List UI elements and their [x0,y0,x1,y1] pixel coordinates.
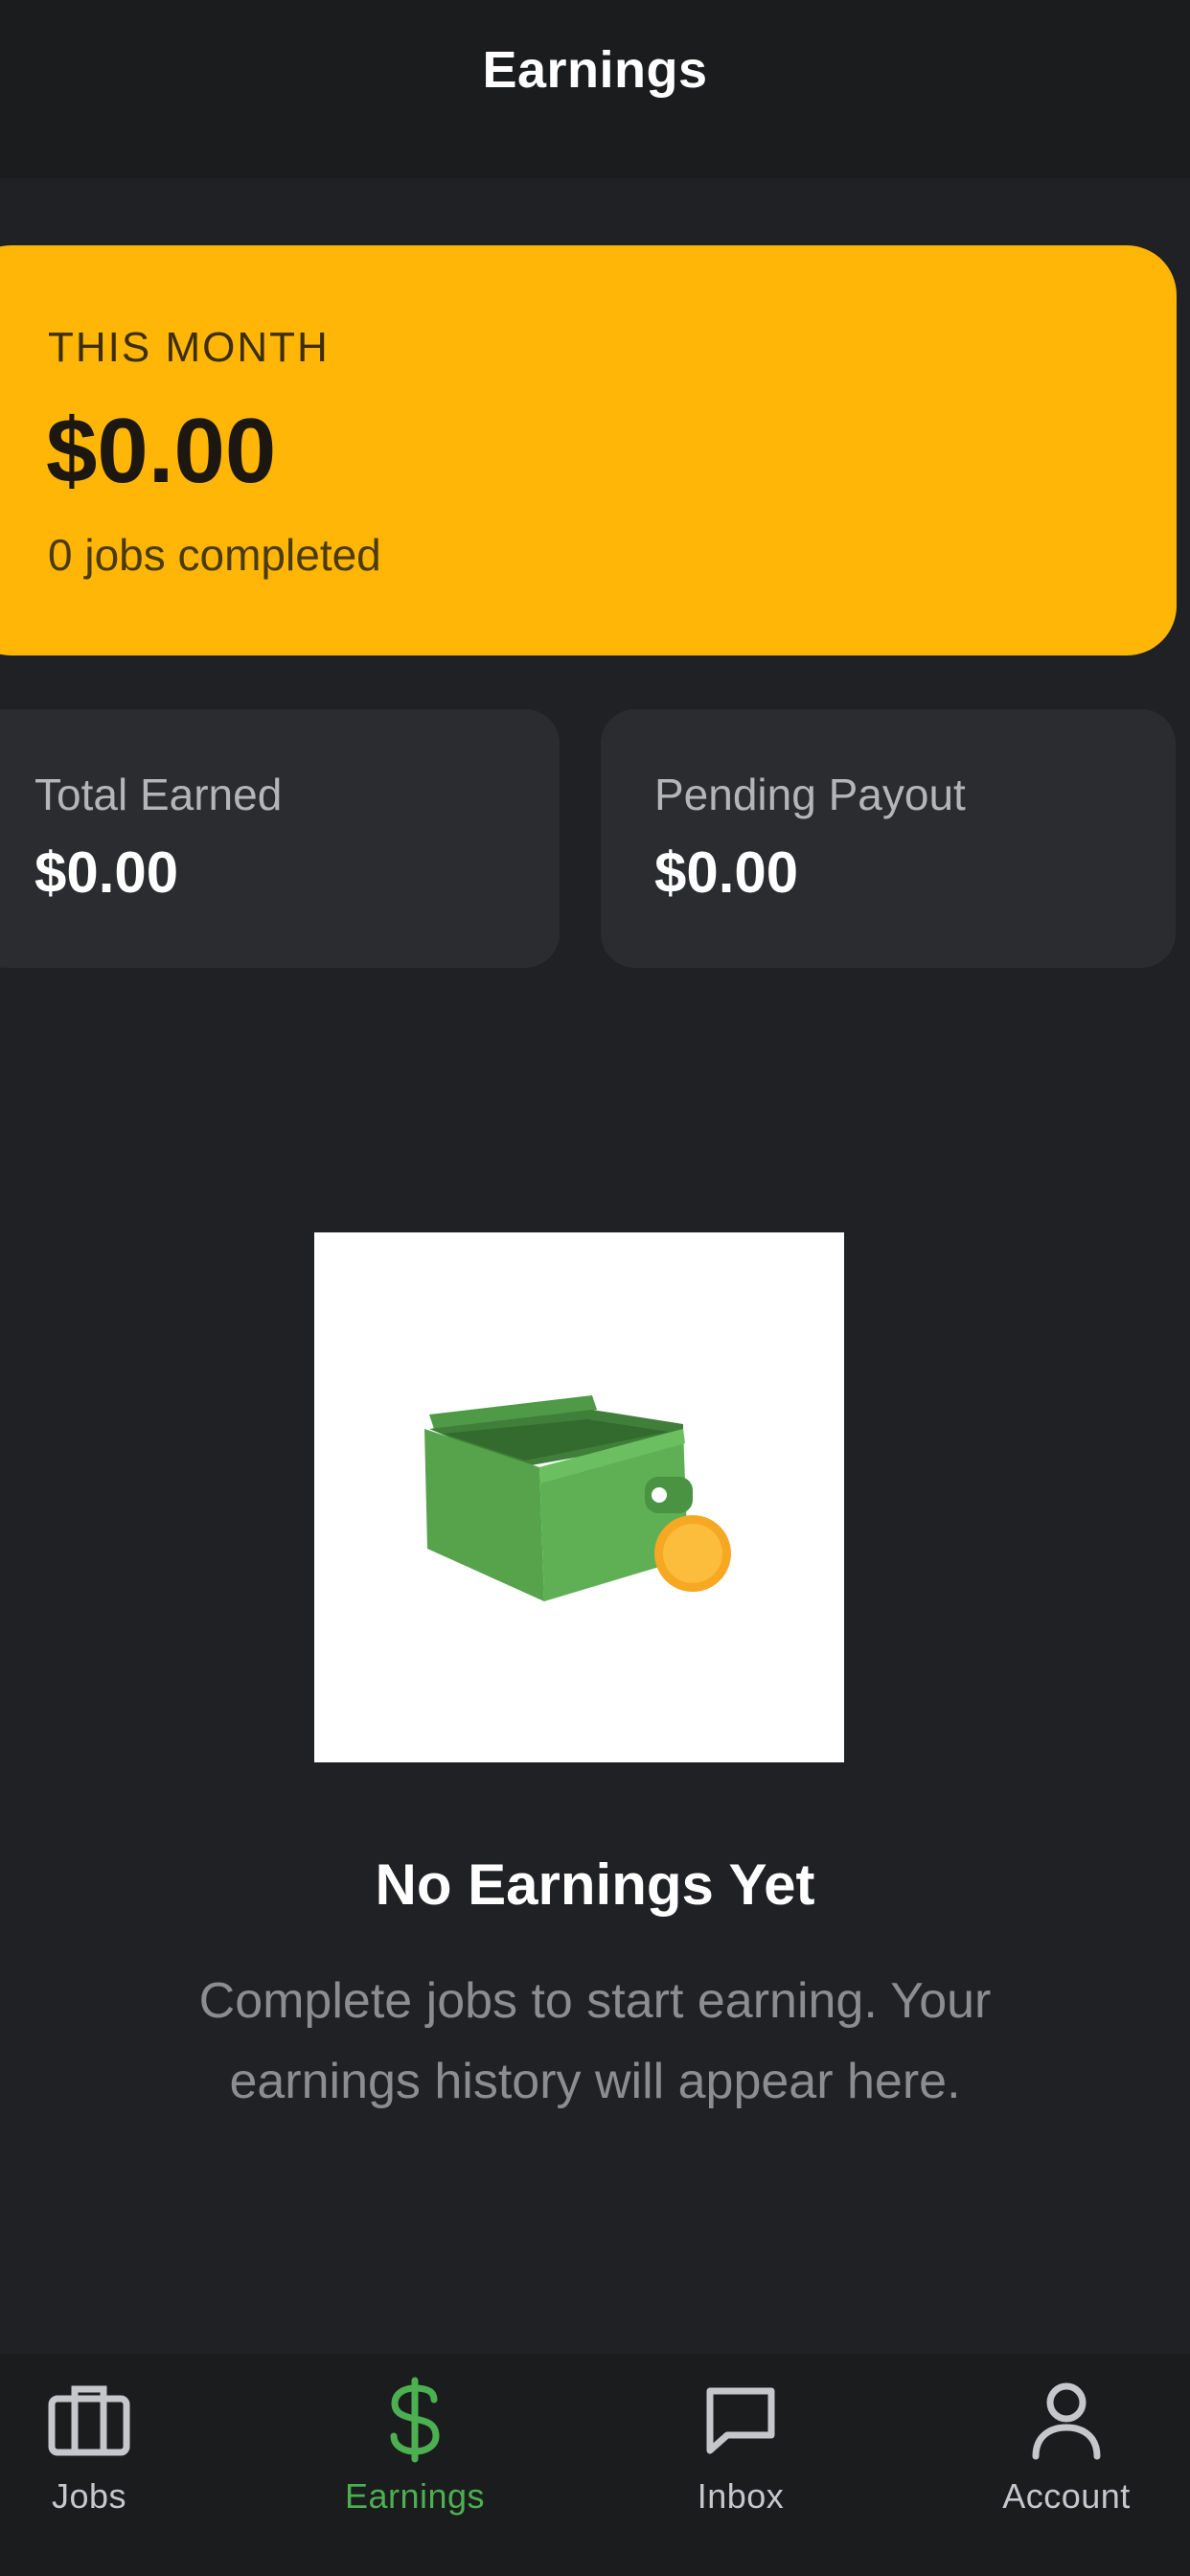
page-title: Earnings [482,41,708,99]
wallet-icon [424,1395,731,1601]
header-bar: Earnings [0,0,1190,178]
wallet-illustration [314,1232,844,1762]
dollar-icon [386,2377,444,2463]
pending-payout-value: $0.00 [654,840,799,905]
total-earned-card: Total Earned $0.00 [0,709,560,968]
nav-label-inbox: Inbox [697,2476,785,2516]
nav-item-account[interactable]: Account [947,2354,1186,2576]
month-amount: $0.00 [46,400,277,502]
this-month-card: THIS MONTH $0.00 0 jobs completed [0,245,1177,656]
total-earned-value: $0.00 [34,840,179,905]
month-jobs-count: 0 jobs completed [48,530,381,580]
empty-state-description: Complete jobs to start earning. Your ear… [198,1973,992,2109]
user-icon [1030,2377,1103,2463]
nav-item-inbox[interactable]: Inbox [621,2354,860,2576]
chat-bubble-icon [702,2377,779,2463]
month-label: THIS MONTH [48,324,330,371]
empty-state-title: No Earnings Yet [375,1852,815,1917]
total-earned-label: Total Earned [34,770,283,819]
earnings-screen: Earnings THIS MONTH $0.00 0 jobs complet… [0,0,1190,2576]
nav-label-account: Account [1002,2476,1131,2516]
pending-payout-card: Pending Payout $0.00 [601,709,1176,968]
nav-item-jobs[interactable]: Jobs [0,2354,209,2576]
nav-label-earnings: Earnings [344,2476,486,2516]
nav-label-jobs: Jobs [51,2476,127,2516]
briefcase-icon [46,2377,132,2463]
pending-payout-label: Pending Payout [654,770,966,819]
nav-item-earnings[interactable]: Earnings [295,2354,535,2576]
bottom-navigation: Jobs Earnings Inbox Account [0,2354,1190,2576]
